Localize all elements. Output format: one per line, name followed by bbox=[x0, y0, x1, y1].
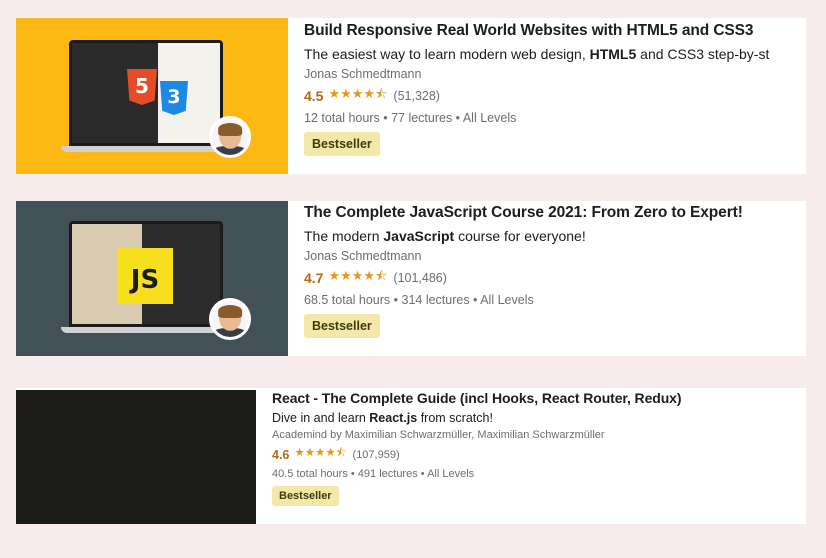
instructor-avatar bbox=[209, 116, 251, 158]
review-count: (51,328) bbox=[393, 89, 440, 103]
star-rating-icon: ★★★★⯪ bbox=[328, 268, 388, 283]
course-subtitle: The easiest way to learn modern web desi… bbox=[304, 46, 770, 62]
course-rating: 4.6 ★★★★⯪ (107,959) bbox=[272, 445, 806, 464]
course-meta: 40.5 total hours • 491 lectures • All Le… bbox=[272, 468, 475, 480]
course-meta: 68.5 total hours • 314 lectures • All Le… bbox=[304, 293, 534, 307]
bestseller-badge: Bestseller bbox=[272, 486, 339, 506]
rating-value: 4.5 bbox=[304, 88, 324, 104]
review-count: (101,486) bbox=[393, 271, 447, 285]
course-thumbnail[interactable] bbox=[16, 390, 256, 524]
course-thumbnail[interactable]: JS bbox=[16, 201, 288, 356]
course-author: Jonas Schmedtmann bbox=[304, 67, 422, 81]
star-rating-icon: ★★★★⯪ bbox=[328, 86, 388, 101]
course-title[interactable]: React - The Complete Guide (incl Hooks, … bbox=[272, 390, 806, 406]
rating-value: 4.6 bbox=[272, 447, 290, 462]
review-count: (107,959) bbox=[352, 448, 400, 461]
course-thumbnail[interactable]: 5 3 bbox=[16, 18, 288, 174]
star-rating-icon: ★★★★⯪ bbox=[294, 447, 347, 459]
bestseller-badge: Bestseller bbox=[304, 132, 380, 156]
course-title[interactable]: The Complete JavaScript Course 2021: Fro… bbox=[304, 204, 806, 222]
course-author: Jonas Schmedtmann bbox=[304, 249, 422, 263]
course-card-html-css[interactable]: 5 3 Build Responsive Real World Websites… bbox=[16, 18, 806, 174]
css3-logo-icon: 3 bbox=[160, 81, 188, 115]
course-rating: 4.7 ★★★★⯪ (101,486) bbox=[304, 267, 806, 289]
course-meta: 12 total hours • 77 lectures • All Level… bbox=[304, 111, 517, 125]
course-author: Academind by Maximilian Schwarzmüller, M… bbox=[272, 429, 605, 441]
instructor-avatar bbox=[209, 298, 251, 340]
course-card-javascript[interactable]: JS The Complete JavaScript Course 2021: … bbox=[16, 201, 806, 356]
javascript-logo-icon: JS bbox=[117, 248, 173, 304]
course-card-react[interactable]: React - The Complete Guide (incl Hooks, … bbox=[16, 388, 806, 524]
course-title[interactable]: Build Responsive Real World Websites wit… bbox=[304, 22, 806, 40]
course-subtitle: The modern JavaScript course for everyon… bbox=[304, 228, 586, 244]
laptop-illustration: JS bbox=[61, 221, 231, 339]
rating-value: 4.7 bbox=[304, 270, 324, 286]
html5-logo-icon: 5 bbox=[127, 69, 157, 105]
laptop-illustration: 5 3 bbox=[61, 40, 231, 158]
course-rating: 4.5 ★★★★⯪ (51,328) bbox=[304, 85, 806, 107]
bestseller-badge: Bestseller bbox=[304, 314, 380, 338]
course-subtitle: Dive in and learn React.js from scratch! bbox=[272, 411, 493, 425]
